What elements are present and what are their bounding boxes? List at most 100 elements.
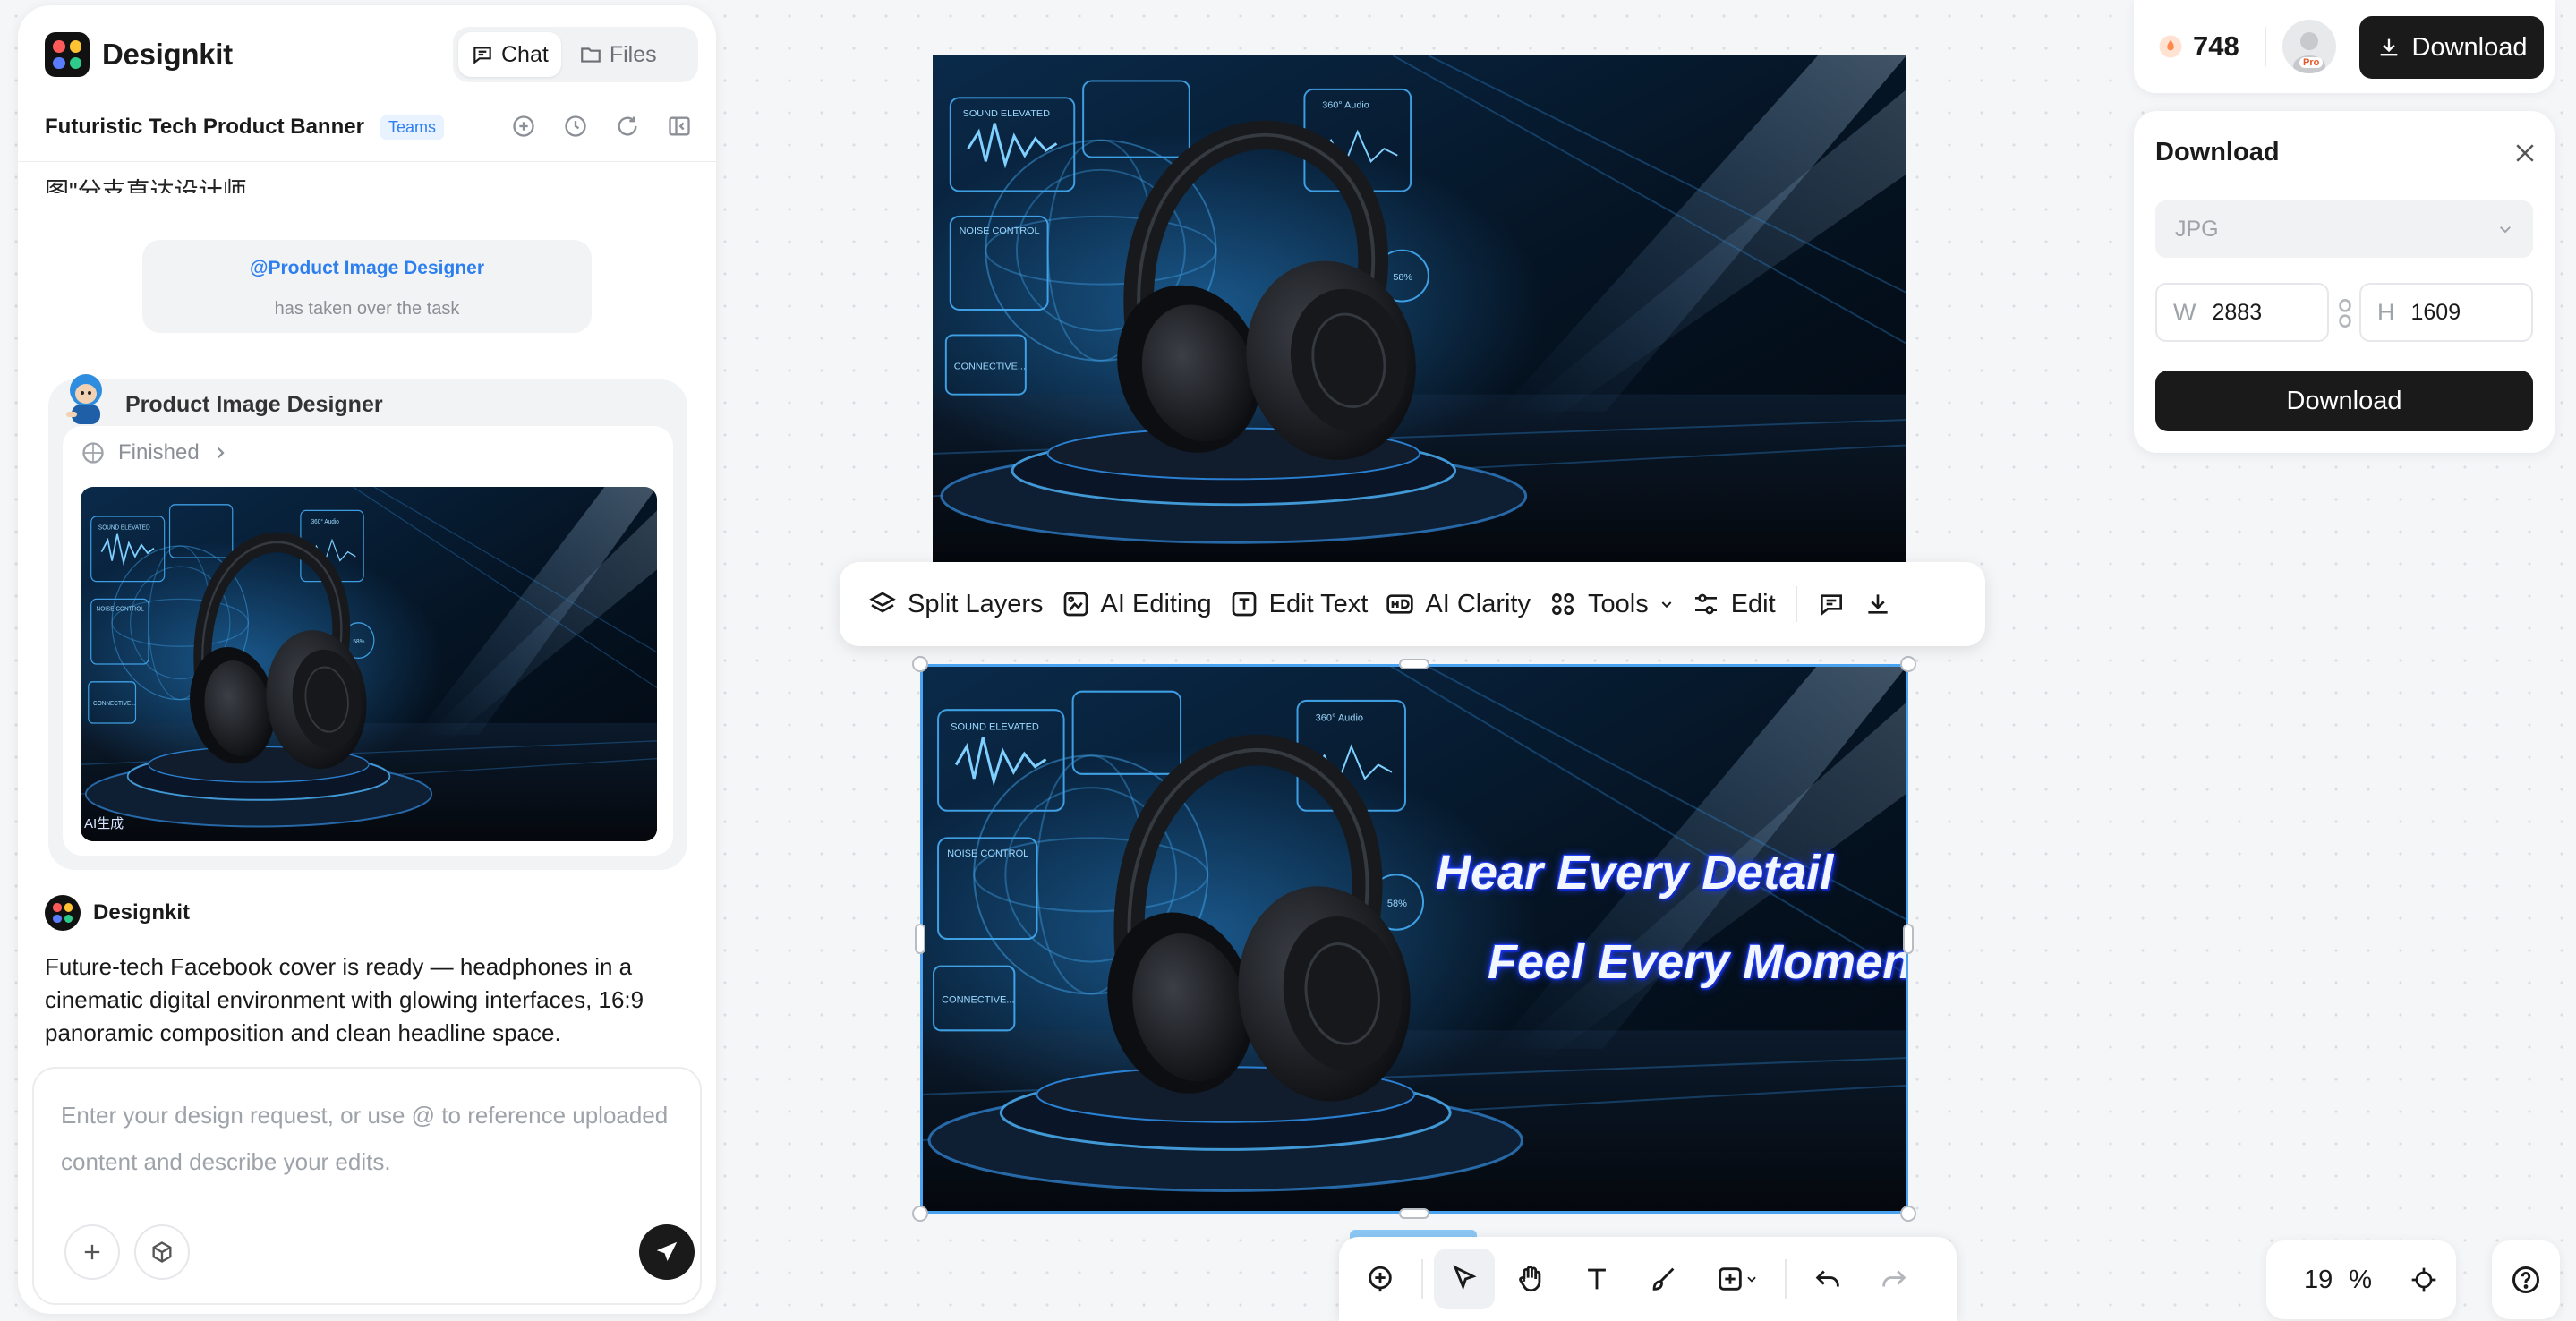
agent-name: Product Image Designer [125, 392, 383, 417]
header-download-label: Download [2411, 32, 2528, 62]
brush-tool-button[interactable] [1633, 1249, 1693, 1309]
edit-label: Edit [1730, 589, 1776, 618]
task-status[interactable]: Finished [81, 440, 228, 465]
tab-chat-label: Chat [501, 41, 549, 67]
hd-icon [1386, 590, 1414, 618]
redo-icon [1879, 1264, 1909, 1294]
chat-bubble-icon [471, 43, 494, 66]
height-field[interactable]: H 1609 [2359, 283, 2533, 342]
text-tool-button[interactable] [1566, 1249, 1627, 1309]
format-value: JPG [2175, 216, 2219, 242]
fit-to-screen-icon[interactable] [2410, 1266, 2438, 1294]
send-icon [653, 1239, 680, 1266]
select-tool-button[interactable] [1434, 1249, 1495, 1309]
resize-handle-br[interactable] [1900, 1206, 1916, 1222]
split-layers-button[interactable]: Split Layers [859, 577, 1053, 631]
format-select[interactable]: JPG [2155, 200, 2533, 258]
zoom-unit: % [2349, 1265, 2373, 1294]
grid-icon [1548, 590, 1577, 618]
previous-message-tail: ········································… [45, 163, 535, 193]
hand-tool-button[interactable] [1500, 1249, 1561, 1309]
help-button[interactable] [2492, 1240, 2560, 1319]
project-tools [508, 111, 695, 141]
tab-files[interactable]: Files [567, 32, 670, 77]
link-ratio-icon[interactable] [2336, 299, 2354, 328]
add-attachment-button[interactable] [64, 1224, 120, 1280]
credit-coin-icon [2157, 33, 2184, 60]
height-value: 1609 [2410, 299, 2461, 325]
dock-divider [1421, 1259, 1423, 1299]
chevron-down-icon [1659, 597, 1674, 611]
chevron-down-icon [1745, 1273, 1758, 1285]
download-image-button[interactable] [1855, 577, 1901, 631]
agent-message: Product Image Designer Finished AI生成 [48, 374, 687, 870]
refresh-icon[interactable] [612, 111, 643, 141]
tools-label: Tools [1588, 589, 1649, 618]
comment-button[interactable] [1808, 577, 1855, 631]
send-button[interactable] [639, 1224, 695, 1280]
dock-divider [1785, 1259, 1787, 1299]
project-header: Futuristic Tech Product Banner Teams [45, 115, 444, 140]
headline-1[interactable]: Hear Every Detail [1436, 845, 1833, 900]
agent-avatar [59, 369, 113, 431]
history-icon[interactable] [560, 111, 591, 141]
bot-header: Designkit [45, 895, 190, 931]
ai-editing-button[interactable]: AI Editing [1053, 577, 1221, 631]
ai-edit-icon [1062, 590, 1090, 618]
new-chat-icon[interactable] [508, 111, 539, 141]
tab-chat[interactable]: Chat [458, 32, 561, 77]
message-composer [32, 1067, 702, 1305]
handoff-mention[interactable]: @Product Image Designer [142, 258, 592, 279]
bot-name: Designkit [93, 900, 191, 925]
resize-handle-tr[interactable] [1900, 656, 1916, 672]
resize-handle-top[interactable] [1399, 659, 1429, 669]
3d-asset-button[interactable] [134, 1224, 190, 1280]
chevron-down-icon [2497, 221, 2513, 237]
ai-generated-tag: AI生成 [84, 816, 124, 831]
cursor-icon [1449, 1264, 1480, 1294]
resize-handle-left[interactable] [915, 924, 925, 954]
header-divider [18, 161, 716, 162]
panel-tabs: Chat Files [453, 27, 698, 82]
ai-clarity-button[interactable]: AI Clarity [1377, 577, 1540, 631]
headline-2[interactable]: Feel Every Moment [1488, 934, 1908, 990]
generated-image-thumbnail[interactable]: AI生成 [81, 487, 657, 841]
resize-handle-right[interactable] [1903, 924, 1914, 954]
resize-handle-bl[interactable] [912, 1206, 928, 1222]
handoff-notice: @Product Image Designer has taken over t… [142, 240, 592, 333]
image-toolbar: Split Layers AI Editing Edit Text AI Cla… [840, 562, 1985, 646]
canvas-image-banner[interactable]: Hear Every Detail Feel Every Moment [920, 664, 1908, 1214]
header-download-button[interactable]: Download [2359, 16, 2544, 79]
edit-button[interactable]: Edit [1683, 577, 1785, 631]
folder-icon [579, 43, 602, 66]
download-panel-title: Download [2155, 138, 2280, 166]
tools-dropdown[interactable]: Tools [1540, 577, 1683, 631]
resize-handle-tl[interactable] [912, 656, 928, 672]
resize-handle-bottom[interactable] [1399, 1208, 1429, 1219]
width-field[interactable]: W 2883 [2155, 283, 2329, 342]
add-element-button[interactable] [1350, 1249, 1411, 1309]
zoom-value[interactable]: 19 [2304, 1266, 2333, 1295]
redo-button[interactable] [1864, 1249, 1924, 1309]
split-layers-label: Split Layers [908, 589, 1044, 618]
credits-counter[interactable]: 748 [2157, 21, 2239, 72]
close-icon[interactable] [2512, 140, 2538, 166]
design-request-input[interactable] [61, 1092, 670, 1190]
chat-panel: Designkit Chat Files Futuristic Tech Pro… [18, 5, 716, 1314]
zoom-control: 19 % [2266, 1240, 2456, 1319]
edit-text-button[interactable]: Edit Text [1221, 577, 1378, 631]
cube-icon [149, 1240, 175, 1265]
toolbar-divider [1795, 586, 1797, 622]
collapse-panel-icon[interactable] [664, 111, 695, 141]
canvas-image-original[interactable] [933, 55, 1906, 564]
map-pin-plus-icon [1365, 1264, 1395, 1294]
project-title[interactable]: Futuristic Tech Product Banner [45, 115, 364, 140]
credits-value: 748 [2193, 30, 2239, 62]
plus-icon [80, 1240, 105, 1265]
undo-button[interactable] [1797, 1249, 1858, 1309]
brand[interactable]: Designkit [45, 32, 233, 77]
designkit-logo [45, 32, 90, 77]
text-box-icon [1230, 590, 1258, 618]
insert-dropdown-button[interactable] [1699, 1249, 1774, 1309]
download-confirm-button[interactable]: Download [2155, 371, 2533, 431]
